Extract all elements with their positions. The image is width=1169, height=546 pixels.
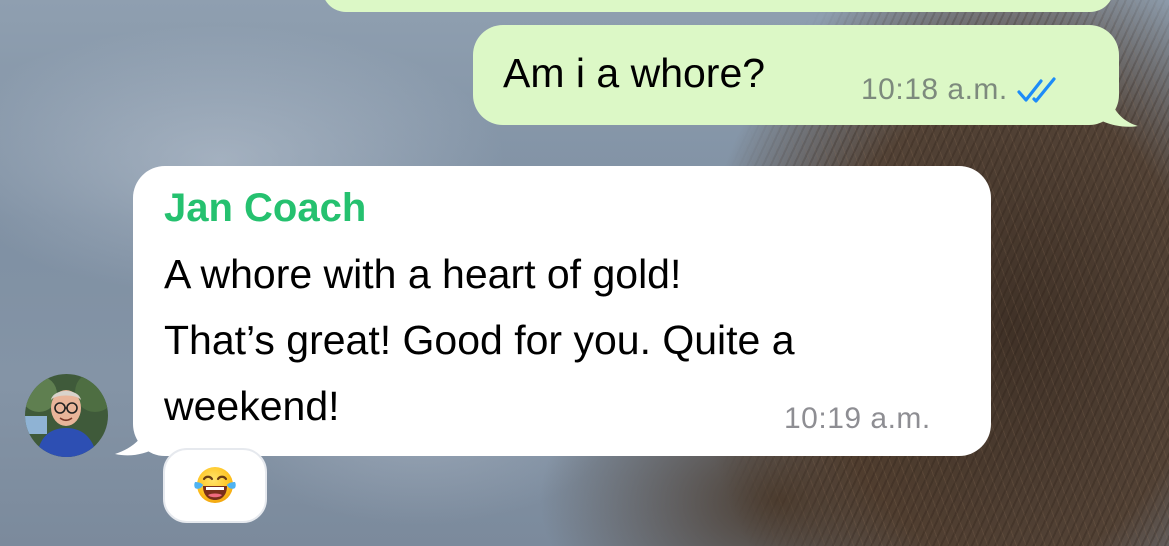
- message-meta: 10:18 a.m.: [861, 73, 1060, 107]
- message-timestamp: 10:18 a.m.: [861, 73, 1008, 106]
- outgoing-message-bubble[interactable]: Am i a whore? 10:18 a.m.: [473, 25, 1119, 125]
- message-text: Am i a whore?: [503, 50, 766, 96]
- message-meta: 10:19 a.m.: [784, 402, 931, 436]
- previous-message-bubble[interactable]: [322, 0, 1114, 12]
- reaction-badge[interactable]: [163, 448, 267, 523]
- face-with-tears-of-joy-icon: [194, 466, 236, 503]
- message-text-line: That’s great! Good for you. Quite a: [164, 317, 795, 363]
- message-text-line: A whore with a heart of gold!: [164, 251, 682, 297]
- contact-avatar[interactable]: [25, 374, 108, 457]
- double-check-read-icon: [1017, 77, 1056, 103]
- sender-name[interactable]: Jan Coach: [164, 184, 366, 232]
- incoming-bubble-tail: [115, 425, 157, 456]
- outgoing-bubble-tail: [1100, 98, 1138, 127]
- message-timestamp: 10:19 a.m.: [784, 402, 931, 435]
- incoming-message-bubble[interactable]: Jan Coach A whore with a heart of gold! …: [133, 166, 991, 456]
- avatar-photo: [25, 374, 108, 457]
